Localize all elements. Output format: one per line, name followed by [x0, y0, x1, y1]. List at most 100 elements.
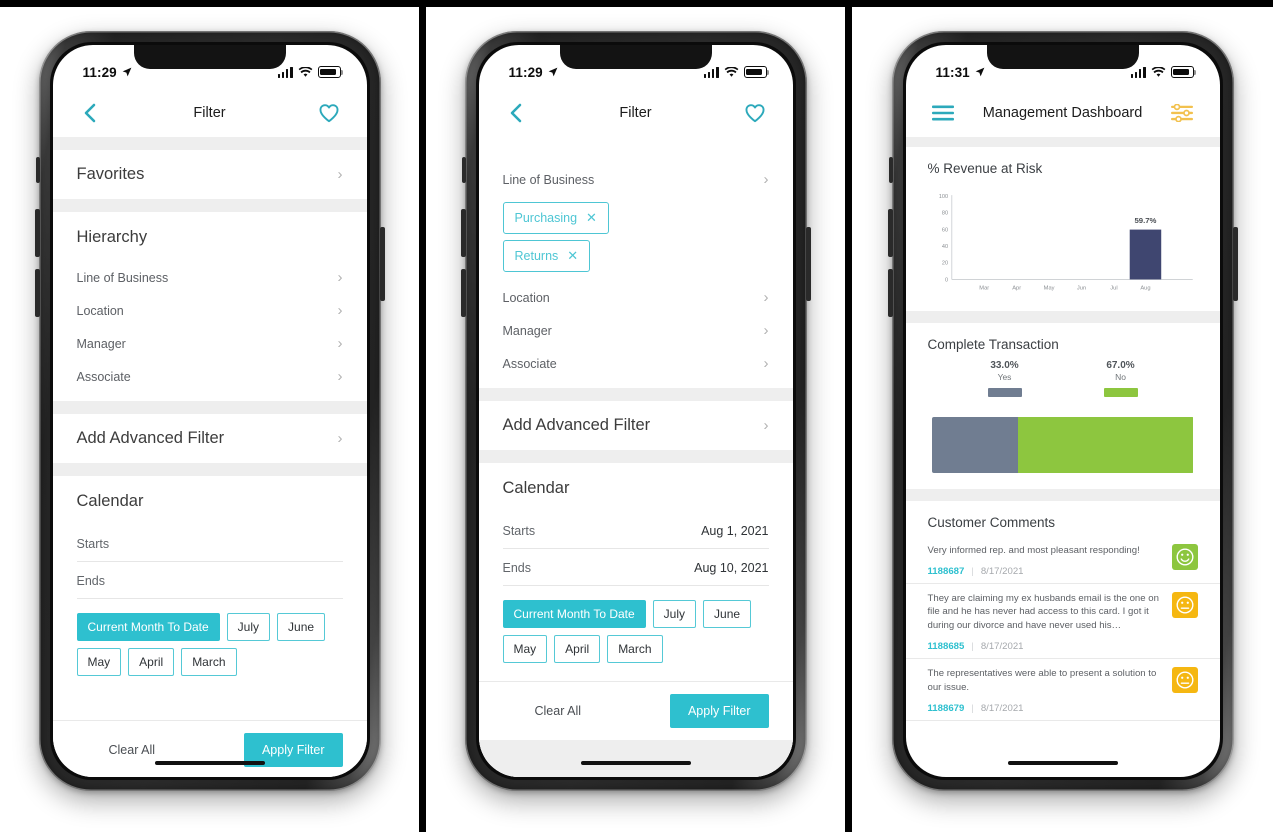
ends-field[interactable]: Ends: [76, 562, 343, 599]
favorite-button[interactable]: [314, 98, 344, 128]
item-label: Line of Business: [502, 172, 595, 187]
month-button-march[interactable]: March: [607, 635, 663, 663]
add-advanced-filter-row[interactable]: Add Advanced Filter ›: [53, 414, 367, 463]
volume-up-button[interactable]: [460, 209, 466, 257]
filter-button[interactable]: [1167, 98, 1197, 128]
stacked-bar-chart[interactable]: [931, 416, 1194, 473]
calendar-title: Calendar: [76, 492, 144, 510]
hierarchy-item-location[interactable]: Location ›: [53, 294, 367, 327]
panel-divider-2: [845, 0, 852, 832]
home-indicator[interactable]: [580, 761, 691, 765]
app-header-3: Management Dashboard: [905, 89, 1220, 137]
volume-down-button[interactable]: [887, 269, 893, 317]
month-button-april[interactable]: April: [554, 635, 601, 663]
starts-label: Starts: [76, 537, 110, 551]
chevron-right-icon: ›: [337, 430, 343, 447]
month-button-july[interactable]: July: [226, 613, 271, 641]
notch: [133, 45, 286, 69]
favorite-button[interactable]: [740, 98, 770, 128]
clear-all-button[interactable]: Clear All: [503, 704, 582, 718]
home-indicator[interactable]: [1007, 761, 1118, 765]
advanced-filter-label: Add Advanced Filter: [76, 429, 225, 447]
card-title: % Revenue at Risk: [927, 161, 1043, 176]
comment-content: The representatives were able to present…: [928, 667, 1162, 714]
chevron-right-icon: ›: [763, 171, 769, 188]
month-button-march[interactable]: March: [181, 648, 237, 676]
chevron-right-icon: ›: [337, 335, 343, 352]
chip-purchasing[interactable]: Purchasing ✕: [502, 202, 609, 234]
back-button[interactable]: [501, 98, 531, 128]
silent-switch[interactable]: [35, 157, 40, 183]
smiley-neutral-icon: [1171, 591, 1198, 618]
clear-all-button[interactable]: Clear All: [77, 743, 156, 757]
power-button[interactable]: [805, 227, 811, 301]
power-button[interactable]: [1232, 227, 1238, 301]
legend-item-no: 67.0% No: [1103, 360, 1138, 397]
volume-up-button[interactable]: [34, 209, 40, 257]
hierarchy-item-manager[interactable]: Manager ›: [479, 314, 793, 347]
revenue-chart[interactable]: 100 80 60 40 20 0 59.7% Mar Apr May Jun …: [906, 178, 1220, 307]
chevron-left-icon: [84, 103, 95, 123]
volume-down-button[interactable]: [34, 269, 40, 317]
volume-up-button[interactable]: [887, 209, 893, 257]
close-icon[interactable]: ✕: [567, 248, 578, 264]
hamburger-menu-icon: [931, 105, 954, 121]
apply-filter-button[interactable]: Apply Filter: [669, 694, 769, 728]
back-button[interactable]: [75, 98, 105, 128]
hierarchy-item-associate[interactable]: Associate ›: [53, 360, 367, 393]
page-title: Filter: [619, 105, 652, 121]
month-button-july[interactable]: July: [652, 600, 697, 628]
dashboard-body: % Revenue at Risk 100 80 60 40 20 0 59.7…: [905, 137, 1220, 722]
hierarchy-item-line-of-business[interactable]: Line of Business ›: [479, 163, 793, 196]
battery-icon: [317, 66, 343, 78]
month-button-april[interactable]: April: [128, 648, 175, 676]
month-button-may[interactable]: May: [502, 635, 548, 663]
starts-field[interactable]: Starts: [76, 525, 343, 562]
svg-text:0: 0: [945, 277, 948, 283]
chevron-right-icon: ›: [337, 368, 343, 385]
legend-percent: 33.0%: [990, 359, 1019, 371]
month-button-current[interactable]: Current Month To Date: [76, 613, 220, 641]
status-time-group: 11:29: [83, 65, 132, 80]
comment-text: The representatives were able to present…: [927, 668, 1157, 694]
close-icon[interactable]: ✕: [586, 210, 597, 226]
chevron-right-icon: ›: [337, 302, 343, 319]
comment-item[interactable]: The representatives were able to present…: [905, 659, 1220, 722]
wifi-icon: [298, 66, 312, 77]
hierarchy-item-location[interactable]: Location ›: [479, 276, 793, 314]
notch: [986, 45, 1139, 69]
starts-field[interactable]: Starts Aug 1, 2021: [502, 512, 769, 549]
hierarchy-item-manager[interactable]: Manager ›: [53, 327, 367, 360]
chevron-right-icon: ›: [763, 355, 769, 372]
silent-switch[interactable]: [888, 157, 893, 183]
add-advanced-filter-row[interactable]: Add Advanced Filter ›: [479, 401, 793, 450]
location-arrow-icon: [122, 67, 132, 77]
hierarchy-item-line-of-business[interactable]: Line of Business ›: [53, 261, 367, 294]
comment-date: 8/17/2021: [980, 641, 1024, 653]
month-button-june[interactable]: June: [703, 600, 752, 628]
menu-button[interactable]: [928, 98, 958, 128]
chip-returns[interactable]: Returns ✕: [502, 240, 591, 272]
favorites-row[interactable]: Favorites ›: [53, 150, 367, 199]
hierarchy-item-associate[interactable]: Associate ›: [479, 347, 793, 380]
silent-switch[interactable]: [461, 157, 466, 183]
svg-text:100: 100: [938, 194, 947, 200]
status-time: 11:29: [508, 64, 543, 80]
volume-down-button[interactable]: [460, 269, 466, 317]
svg-text:Jul: Jul: [1110, 286, 1117, 292]
comment-item[interactable]: They are claiming my ex husbands email i…: [905, 584, 1220, 660]
legend-label: Yes: [997, 371, 1012, 382]
phone-screen-2: 11:29 Filter Line of Business › Purchasi…: [478, 45, 793, 777]
month-button-june[interactable]: June: [277, 613, 326, 641]
month-button-current[interactable]: Current Month To Date: [502, 600, 646, 628]
month-button-may[interactable]: May: [76, 648, 122, 676]
power-button[interactable]: [379, 227, 385, 301]
stacked-segment-no: [1017, 416, 1194, 473]
home-indicator[interactable]: [154, 761, 265, 765]
ends-field[interactable]: Ends Aug 10, 2021: [502, 549, 769, 586]
heart-outline-icon: [319, 104, 339, 123]
status-indicators: [277, 66, 343, 78]
filter-footer-2: Clear All Apply Filter: [478, 681, 793, 740]
comment-item[interactable]: Very informed rep. and most pleasant res…: [905, 536, 1220, 584]
filter-sliders-icon: [1171, 104, 1194, 122]
